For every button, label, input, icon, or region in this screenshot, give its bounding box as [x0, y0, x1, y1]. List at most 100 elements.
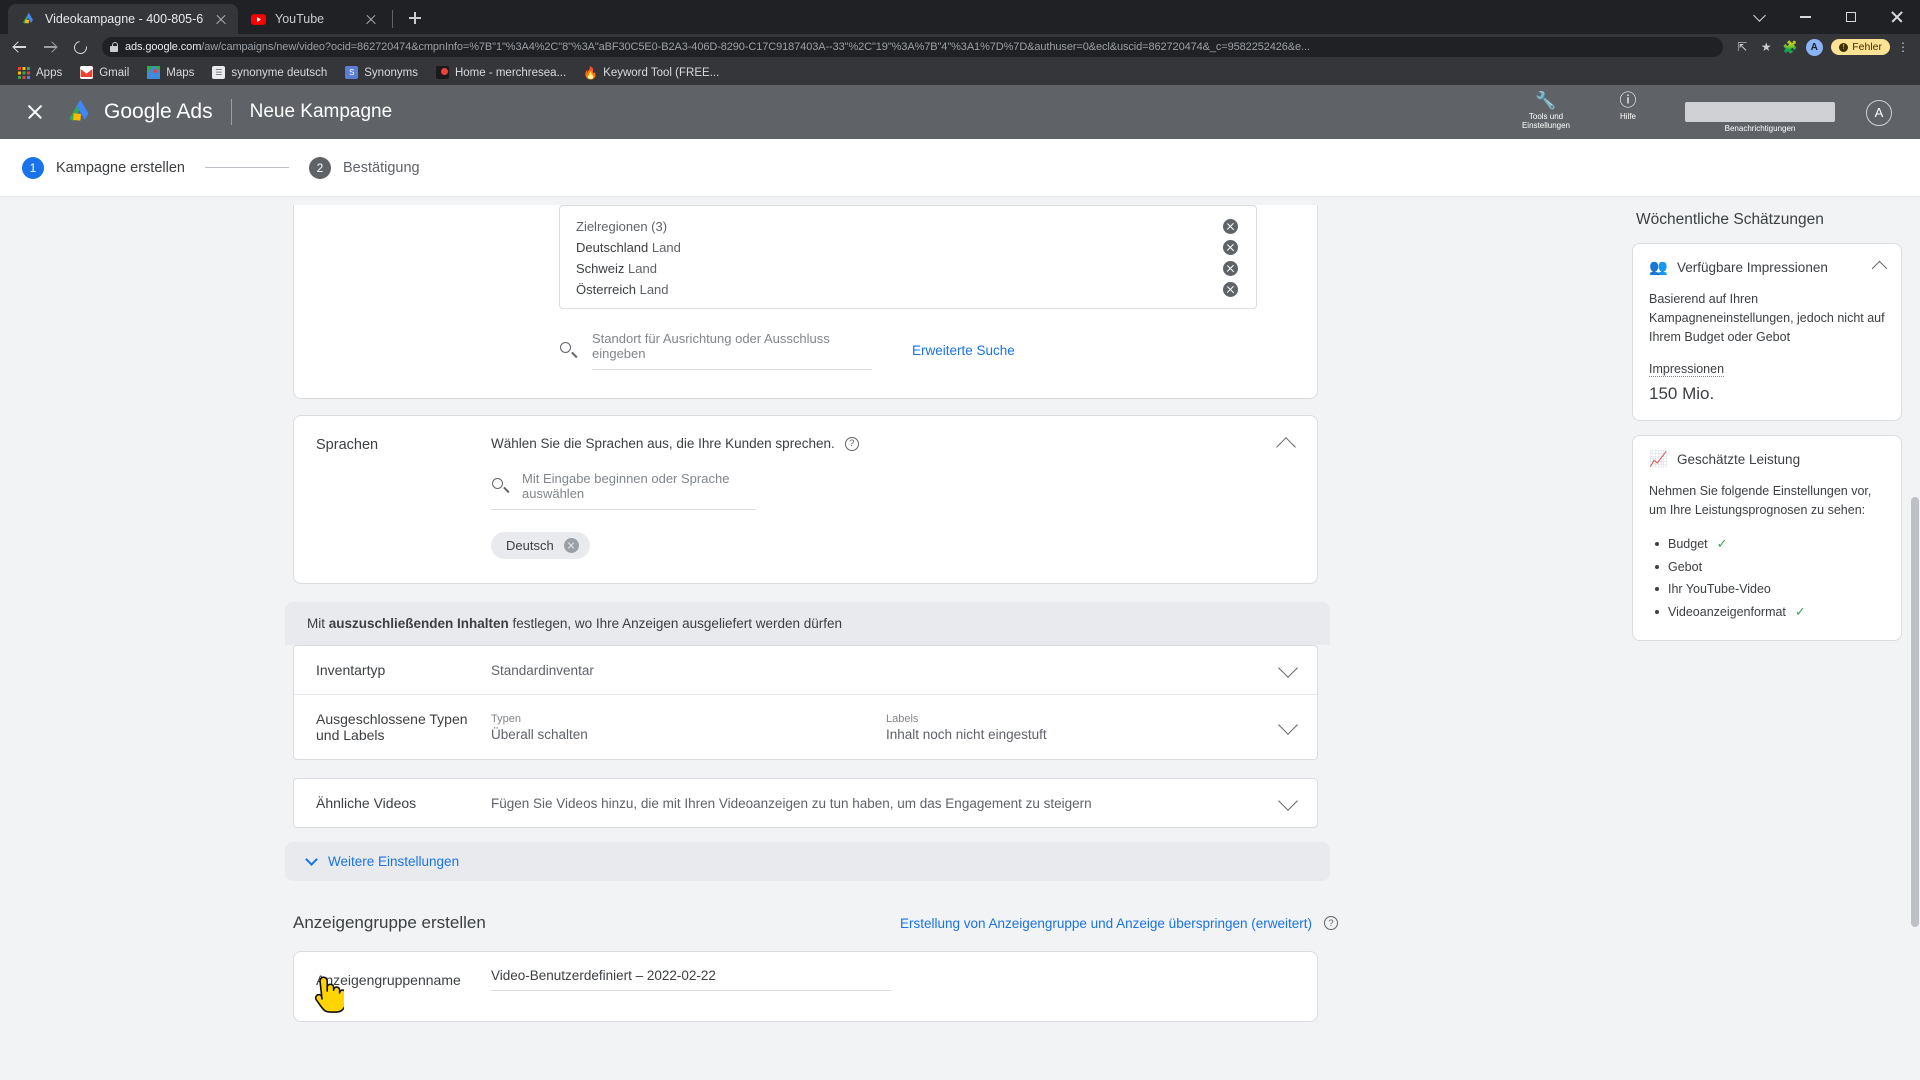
bookmark-label: Apps	[36, 66, 63, 79]
bookmark-keyword-tool[interactable]: 🔥 Keyword Tool (FREE...	[575, 62, 728, 84]
app-root: Videokampagne - 400-805-6921 YouTube	[0, 0, 1920, 1080]
card-header[interactable]: 👥 Verfügbare Impressionen	[1649, 258, 1888, 277]
chevron-down-icon[interactable]	[1278, 714, 1298, 735]
help-circle-icon: ⓘ	[1619, 90, 1637, 110]
advanced-search-link[interactable]: Erweiterte Suche	[912, 343, 1015, 358]
languages-body: Wählen Sie die Sprachen aus, die Ihre Ku…	[491, 436, 1295, 583]
card-header[interactable]: 📈 Geschätzte Leistung	[1649, 450, 1885, 468]
notifications-label: Benachrichtigungen	[1724, 123, 1796, 133]
bookmark-label: Gmail	[99, 66, 130, 79]
app-header: Google Ads Neue Kampagne 🔧 Tools und Ein…	[0, 85, 1920, 139]
tab-title: Videokampagne - 400-805-6921	[45, 12, 204, 26]
url-input[interactable]: ads.google.com/aw/campaigns/new/video?oc…	[102, 37, 1724, 57]
language-chip[interactable]: Deutsch	[491, 532, 590, 559]
step-label: Bestätigung	[342, 159, 420, 176]
bookmark-label: synonyme deutsch	[231, 66, 328, 79]
chrome-menu-icon[interactable]: ⋮	[1892, 36, 1914, 58]
more-settings-band[interactable]: Weitere Einstellungen	[285, 842, 1330, 882]
tools-and-settings-button[interactable]: 🔧 Tools und Einstellungen	[1516, 90, 1576, 130]
location-type: Land	[628, 261, 657, 276]
ad-group-name-row: Anzeigengruppenname Video-Benutzerdefini…	[294, 952, 1317, 1021]
account-avatar[interactable]: A	[1862, 92, 1896, 126]
back-button[interactable]	[6, 36, 34, 58]
checklist-item: Gebot	[1655, 556, 1885, 578]
thesaurus-icon: ☰	[212, 66, 226, 79]
new-tab-button[interactable]	[401, 4, 429, 32]
profile-avatar[interactable]: A	[1803, 36, 1825, 58]
inventory-type-row[interactable]: Inventartyp Standardinventar	[294, 646, 1317, 696]
close-campaign-button[interactable]	[22, 99, 48, 125]
step-create-campaign[interactable]: 1 Kampagne erstellen	[22, 156, 185, 179]
browser-tab-youtube[interactable]: YouTube	[238, 4, 388, 34]
close-window-button[interactable]	[1874, 0, 1920, 34]
chevron-down-icon[interactable]	[1278, 657, 1298, 678]
locations-group-row: Zielregionen (3)	[560, 216, 1256, 237]
checklist-item: Videoanzeigenformat ✓	[1655, 600, 1885, 624]
close-icon[interactable]	[363, 11, 379, 27]
bullet-icon	[1655, 609, 1659, 614]
selected-locations-box: Zielregionen (3) Deutschland Land Schwei…	[559, 205, 1257, 309]
search-icon	[559, 341, 578, 360]
browser-tab-active[interactable]: Videokampagne - 400-805-6921	[8, 4, 238, 34]
notifications-button[interactable]: Benachrichtigungen	[1680, 92, 1840, 133]
excluded-types-col: Typen Überall schalten	[491, 713, 886, 742]
location-search-input[interactable]: Standort für Ausrichtung oder Ausschluss…	[592, 331, 872, 370]
bookmark-home-merchresearch[interactable]: Home - merchresea...	[427, 62, 575, 84]
location-name: Österreich Land	[576, 282, 669, 297]
remove-location-icon[interactable]	[1223, 240, 1238, 255]
ad-group-card: Anzeigengruppenname Video-Benutzerdefini…	[293, 951, 1318, 1023]
step-confirmation[interactable]: 2 Bestätigung	[308, 156, 420, 179]
extensions-icon[interactable]: 🧩	[1779, 36, 1801, 58]
similar-videos-row[interactable]: Ähnliche Videos Fügen Sie Videos hinzu, …	[294, 779, 1317, 827]
ad-group-name-input[interactable]: Video-Benutzerdefiniert – 2022-02-22	[491, 968, 891, 992]
remove-location-icon[interactable]	[1223, 282, 1238, 297]
error-badge[interactable]: ! Fehler	[1831, 39, 1890, 55]
similar-videos-value: Fügen Sie Videos hinzu, die mit Ihren Vi…	[491, 795, 1092, 811]
performance-checklist: Budget ✓ Gebot Ihr YouTube-Video Videoan…	[1655, 532, 1885, 624]
excluded-types-labels-row[interactable]: Ausgeschlossene Typen und Labels Typen Ü…	[294, 695, 1317, 759]
reload-button[interactable]	[66, 36, 94, 58]
wrench-icon: 🔧	[1535, 90, 1557, 110]
help-button[interactable]: ⓘ Hilfe	[1598, 90, 1658, 121]
apps-grid-icon	[17, 66, 30, 79]
question-mark-icon[interactable]: ?	[1324, 916, 1338, 931]
google-ads-icon	[20, 11, 36, 27]
url-path: /aw/campaigns/new/video?ocid=862720474&c…	[201, 41, 1310, 53]
forward-button[interactable]	[36, 36, 64, 58]
more-settings-label[interactable]: Weitere Einstellungen	[328, 854, 459, 869]
language-search-row[interactable]: Mit Eingabe beginnen oder Sprache auswäh…	[491, 471, 756, 510]
header-divider	[230, 99, 232, 125]
remove-language-icon[interactable]	[563, 538, 579, 553]
main-column: Zielregionen (3) Deutschland Land Schwei…	[0, 197, 1620, 1080]
maximize-button[interactable]	[1828, 0, 1874, 34]
location-row: Österreich Land	[560, 279, 1256, 300]
close-icon[interactable]	[213, 11, 229, 27]
url-text: ads.google.com/aw/campaigns/new/video?oc…	[125, 41, 1310, 53]
tools-label: Tools und Einstellungen	[1521, 111, 1571, 130]
campaign-stepper: 1 Kampagne erstellen 2 Bestätigung	[0, 139, 1920, 197]
ad-group-title: Anzeigengruppe erstellen	[293, 913, 486, 933]
card-body: Nehmen Sie folgende Einstellungen vor, u…	[1649, 484, 1872, 517]
scrollbar-thumb[interactable]	[1911, 497, 1919, 927]
tab-search-button[interactable]	[1736, 0, 1782, 34]
bookmark-maps[interactable]: Maps	[138, 62, 203, 84]
step-number: 1	[22, 156, 44, 179]
bookmark-apps[interactable]: Apps	[8, 62, 71, 84]
checklist-label: Ihr YouTube-Video	[1668, 581, 1771, 596]
language-search-input[interactable]: Mit Eingabe beginnen oder Sprache auswäh…	[522, 471, 756, 501]
share-icon[interactable]: ⇱	[1731, 36, 1753, 58]
question-mark-icon[interactable]: ?	[844, 436, 859, 451]
bookmark-synonyms[interactable]: S Synonyms	[336, 62, 427, 84]
minimize-button[interactable]	[1782, 0, 1828, 34]
chevron-up-icon[interactable]	[1871, 260, 1888, 277]
remove-location-icon[interactable]	[1223, 261, 1238, 276]
skip-ad-group-link[interactable]: Erstellung von Anzeigengruppe und Anzeig…	[900, 916, 1312, 931]
bookmark-gmail[interactable]: Gmail	[71, 62, 138, 84]
bookmark-star-icon[interactable]: ★	[1755, 36, 1777, 58]
chevron-down-icon	[305, 853, 318, 867]
remove-all-locations-icon[interactable]	[1223, 219, 1238, 234]
bookmark-synonyme-deutsch[interactable]: ☰ synonyme deutsch	[203, 62, 336, 84]
chevron-down-icon[interactable]	[1278, 790, 1298, 811]
locations-group-label: Zielregionen (3)	[576, 219, 668, 234]
page-scrollbar[interactable]	[1909, 197, 1920, 1080]
